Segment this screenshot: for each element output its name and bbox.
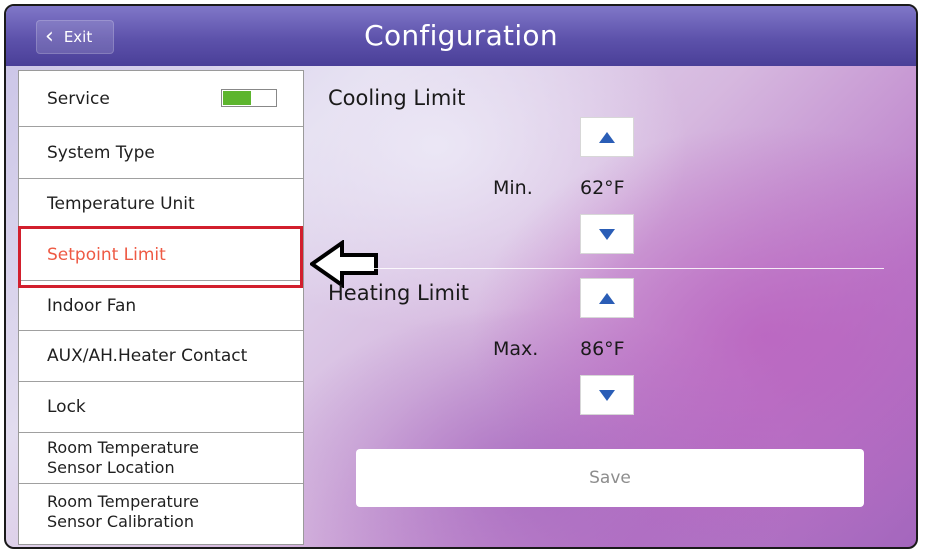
save-button[interactable]: Save (356, 449, 864, 507)
menu-item-label: Indoor Fan (47, 295, 137, 316)
menu-item-room-sensor-location[interactable]: Room Temperature Sensor Location (19, 433, 303, 484)
cooling-min-value: 62°F (580, 177, 625, 199)
triangle-up-icon (599, 292, 615, 304)
menu-item-label-line2: Sensor Calibration (47, 512, 194, 531)
exit-label: Exit (63, 28, 93, 46)
thermostat-screen: Configuration ‹ Exit Service System Type… (4, 4, 918, 549)
menu-item-system-type[interactable]: System Type (19, 127, 303, 179)
menu-item-lock[interactable]: Lock (19, 382, 303, 433)
menu-item-label-line1: Room Temperature (47, 492, 199, 511)
menu-item-indoor-fan[interactable]: Indoor Fan (19, 281, 303, 331)
cooling-min-label: Min. (493, 177, 533, 199)
menu-item-aux-heater-contact[interactable]: AUX/AH.Heater Contact (19, 331, 303, 382)
heating-max-label: Max. (493, 338, 539, 360)
menu-item-label-line2: Sensor Location (47, 458, 175, 477)
heating-max-value: 86°F (580, 338, 625, 360)
menu-item-label: AUX/AH.Heater Contact (47, 346, 248, 366)
section-divider (328, 268, 884, 269)
chevron-left-icon: ‹ (45, 24, 54, 49)
cooling-decrease-button[interactable] (580, 214, 634, 254)
triangle-down-icon (599, 228, 615, 240)
service-toggle[interactable] (221, 89, 277, 107)
config-menu: Service System Type Temperature Unit Set… (18, 70, 304, 545)
menu-item-label: Lock (47, 397, 86, 417)
menu-item-setpoint-limit[interactable]: Setpoint Limit (19, 229, 303, 281)
menu-item-label: Temperature Unit (47, 193, 195, 214)
heating-decrease-button[interactable] (580, 375, 634, 415)
page-title: Configuration (364, 19, 558, 52)
cooling-limit-label: Cooling Limit (328, 86, 466, 110)
triangle-down-icon (599, 389, 615, 401)
menu-item-room-sensor-calibration[interactable]: Room Temperature Sensor Calibration (19, 484, 303, 540)
title-bar: Configuration ‹ Exit (6, 6, 916, 66)
menu-item-label: Service (47, 88, 110, 109)
menu-item-service[interactable]: Service (19, 71, 303, 127)
heating-limit-label: Heating Limit (328, 281, 470, 305)
menu-item-label-line1: Room Temperature (47, 438, 199, 457)
exit-button[interactable]: ‹ Exit (36, 20, 114, 54)
triangle-up-icon (599, 131, 615, 143)
menu-item-label: Setpoint Limit (47, 244, 166, 265)
heating-increase-button[interactable] (580, 278, 634, 318)
menu-item-temperature-unit[interactable]: Temperature Unit (19, 179, 303, 229)
menu-item-label: System Type (47, 142, 155, 163)
toggle-fill (223, 91, 251, 105)
cooling-increase-button[interactable] (580, 117, 634, 157)
